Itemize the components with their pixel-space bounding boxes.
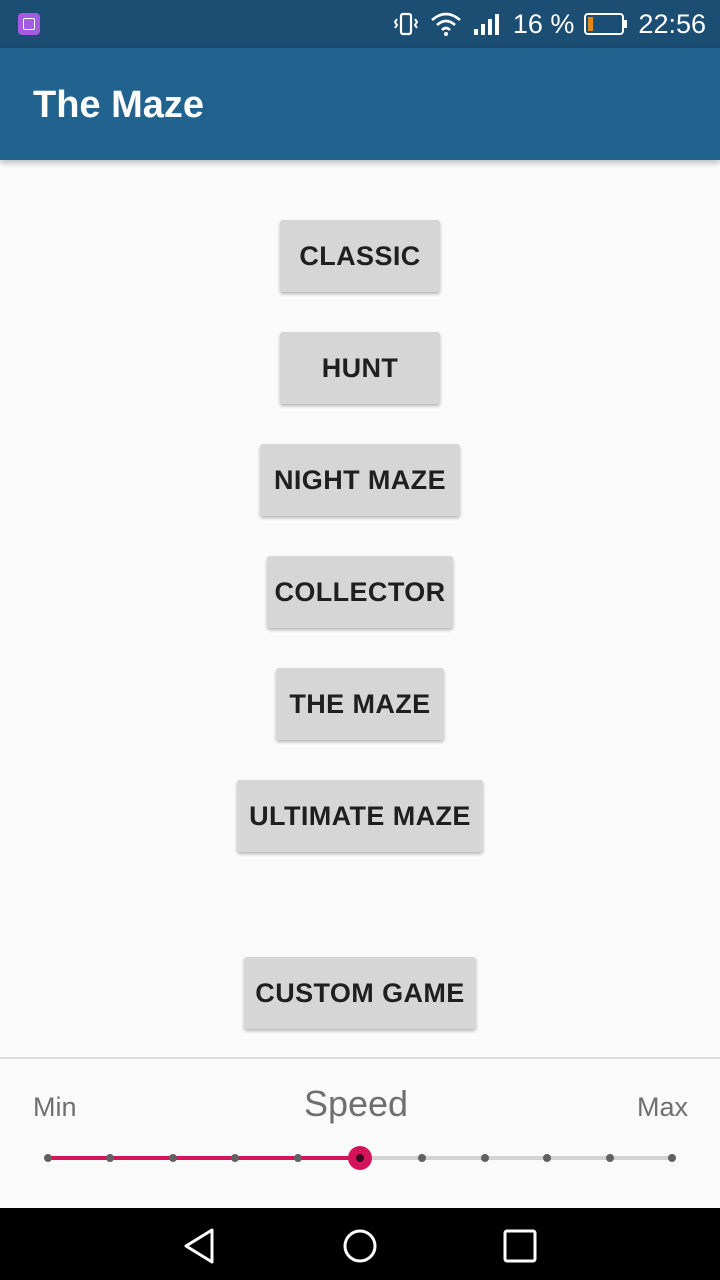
signal-icon xyxy=(473,11,503,37)
speed-slider[interactable] xyxy=(44,1146,676,1170)
status-bar: 16 % 22:56 xyxy=(0,0,720,48)
status-time: 22:56 xyxy=(638,8,706,39)
slider-tick xyxy=(106,1154,115,1162)
ultimate-maze-button[interactable]: ULTIMATE MAZE xyxy=(237,780,483,852)
speed-label: Speed xyxy=(303,1083,409,1124)
status-indicators: 16 % 22:56 xyxy=(393,0,706,48)
page-title: The Maze xyxy=(33,84,205,126)
slider-tick xyxy=(668,1154,676,1162)
collector-button[interactable]: COLLECTOR xyxy=(267,556,453,628)
slider-tick xyxy=(168,1154,177,1162)
vibrate-icon xyxy=(393,11,419,37)
gallery-notification-icon xyxy=(18,13,40,35)
slider-tick xyxy=(44,1154,52,1162)
slider-tick xyxy=(480,1154,489,1162)
slider-tick xyxy=(605,1154,614,1162)
app-bar: The Maze xyxy=(0,48,720,160)
back-icon[interactable] xyxy=(180,1226,220,1266)
hunt-button[interactable]: HUNT xyxy=(280,332,440,404)
slider-tick xyxy=(231,1154,240,1162)
slider-tick xyxy=(293,1154,302,1162)
battery-percent: 16 % xyxy=(512,8,575,39)
slider-tick xyxy=(418,1154,427,1162)
classic-button[interactable]: CLASSIC xyxy=(280,220,440,292)
battery-icon xyxy=(584,12,628,36)
custom-game-button[interactable]: CUSTOM GAME xyxy=(244,957,476,1029)
night-maze-button[interactable]: NIGHT MAZE xyxy=(260,444,460,516)
the-maze-button[interactable]: THE MAZE xyxy=(276,668,444,740)
slider-fill xyxy=(48,1156,360,1160)
recents-icon[interactable] xyxy=(500,1226,540,1266)
wifi-icon xyxy=(429,11,463,37)
speed-panel: Min Speed Max xyxy=(0,1059,720,1208)
speed-max-label: Max xyxy=(636,1092,688,1122)
slider-tick xyxy=(543,1154,552,1162)
home-icon[interactable] xyxy=(340,1226,380,1266)
navigation-bar xyxy=(0,1208,720,1280)
slider-thumb[interactable] xyxy=(348,1146,372,1170)
